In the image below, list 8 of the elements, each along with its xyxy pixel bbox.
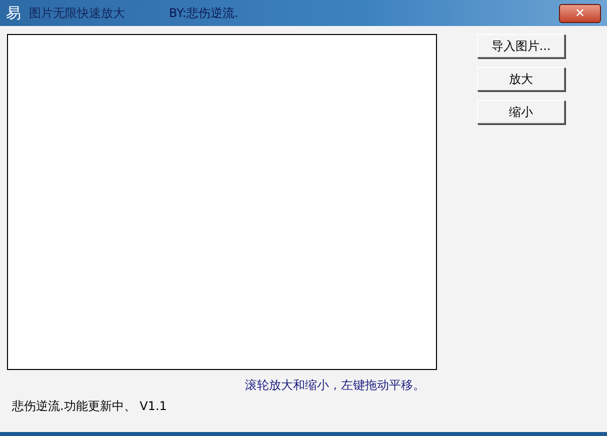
status-text: 悲伤逆流.功能更新中、 V1.1 <box>12 398 168 415</box>
hint-text: 滚轮放大和缩小，左键拖动平移。 <box>245 377 426 394</box>
author-text: BY:悲伤逆流. <box>169 5 238 22</box>
app-icon: 易 <box>6 6 21 20</box>
action-button[interactable]: 缩小 <box>477 100 565 124</box>
action-button[interactable]: 导入图片... <box>477 34 565 58</box>
window-title: 图片无限快速放大 <box>29 5 125 22</box>
action-button[interactable]: 放大 <box>477 67 565 91</box>
